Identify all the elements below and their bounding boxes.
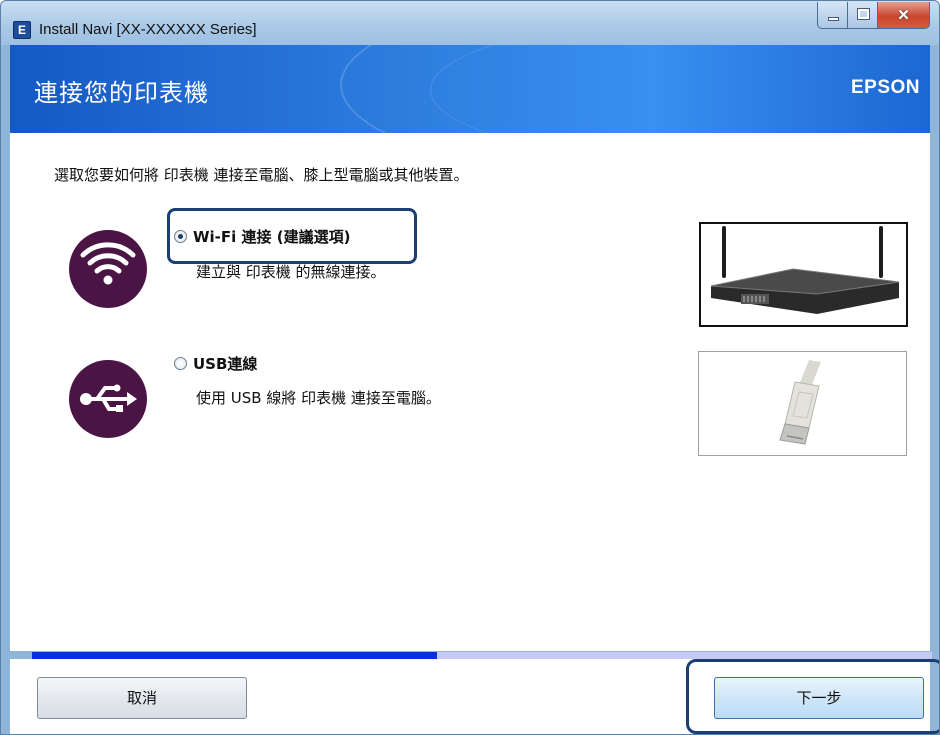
close-button[interactable]: ✕ — [877, 2, 930, 29]
title-bar[interactable]: E Install Navi [XX-XXXXXX Series] ✕ — [1, 1, 939, 45]
usb-option-label[interactable]: USB連線 — [193, 353, 257, 374]
wifi-option-description: 建立與 印表機 的無線連接。 — [196, 263, 386, 281]
maximize-button[interactable] — [847, 2, 878, 29]
wifi-icon — [69, 230, 147, 308]
next-button[interactable]: 下一步 — [714, 677, 924, 719]
minimize-icon — [828, 17, 839, 21]
usb-radio[interactable] — [174, 357, 187, 370]
wifi-option-label[interactable]: Wi-Fi 連接 (建議選項) — [193, 226, 350, 247]
router-image — [699, 222, 908, 327]
wifi-radio[interactable] — [174, 230, 187, 243]
minimize-button[interactable] — [817, 2, 848, 29]
usb-cable-image — [698, 351, 907, 456]
usb-option-description: 使用 USB 線將 印表機 連接至電腦。 — [196, 389, 441, 407]
page-header: 連接您的印表機 EPSON — [10, 45, 930, 133]
close-icon: ✕ — [897, 7, 910, 24]
page-title: 連接您的印表機 — [34, 79, 209, 107]
installer-window: E Install Navi [XX-XXXXXX Series] ✕ 連接您的… — [0, 0, 940, 735]
instruction-text: 選取您要如何將 印表機 連接至電腦、膝上型電腦或其他裝置。 — [54, 166, 469, 184]
footer-bar: 取消 下一步 — [10, 659, 939, 734]
main-content: 選取您要如何將 印表機 連接至電腦、膝上型電腦或其他裝置。 Wi-Fi 連接 (… — [10, 133, 932, 660]
app-icon: E — [13, 21, 31, 39]
brand-logo: EPSON — [850, 77, 920, 98]
cancel-button[interactable]: 取消 — [37, 677, 247, 719]
window-title: Install Navi [XX-XXXXXX Series] — [39, 21, 257, 38]
usb-icon — [69, 360, 147, 438]
maximize-icon — [857, 8, 870, 20]
